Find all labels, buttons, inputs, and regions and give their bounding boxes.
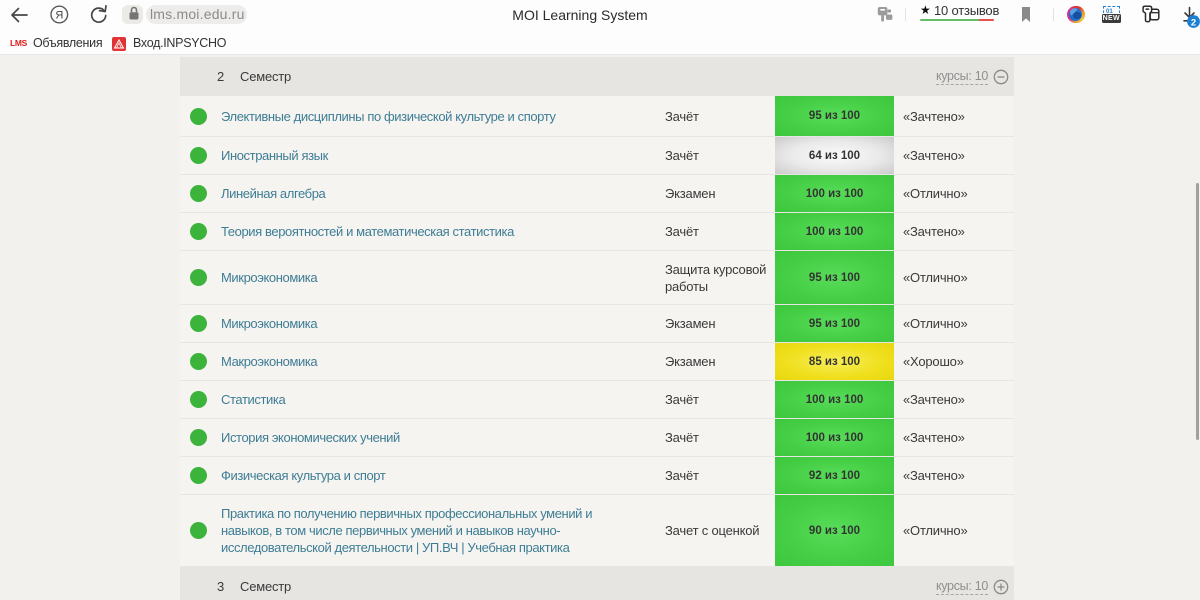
- svg-text:2: 2: [1191, 17, 1196, 28]
- svg-text:Я: Я: [55, 10, 63, 22]
